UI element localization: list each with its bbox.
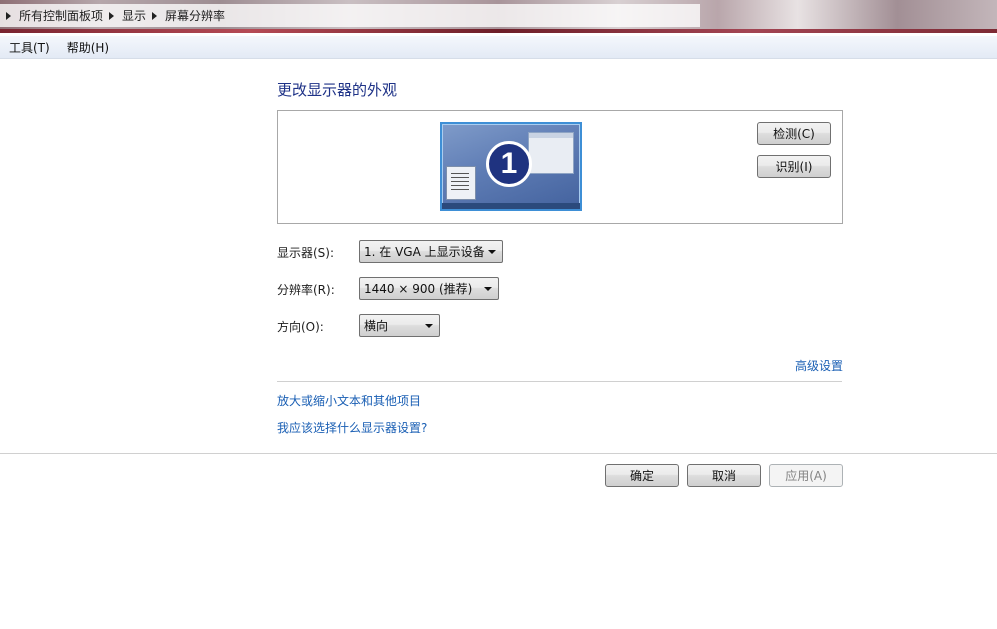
address-bar[interactable]: 所有控制面板项 显示 屏幕分辨率 [0,4,700,27]
text-size-link[interactable]: 放大或缩小文本和其他项目 [277,392,421,409]
breadcrumb-label[interactable]: 显示 [122,7,146,24]
menu-help[interactable]: 帮助(H) [58,39,117,56]
menu-bar: 工具(T) 帮助(H) [0,36,997,59]
window-preview-icon [528,132,574,174]
breadcrumb-item-control-panel[interactable]: 所有控制面板项 [0,7,103,24]
orientation-select-value[interactable]: 横向 [364,317,388,334]
menu-tools[interactable]: 工具(T) [0,39,58,56]
chevron-right-icon[interactable] [152,11,158,20]
resolution-label: 分辨率(R): [277,283,335,297]
advanced-settings-link[interactable]: 高级设置 [795,357,843,374]
display-select-value[interactable]: 1. 在 VGA 上显示设备 [364,243,485,260]
resolution-select[interactable]: 1440 × 900 (推荐) [359,277,499,300]
breadcrumb-label[interactable]: 所有控制面板项 [19,7,103,24]
orientation-select[interactable]: 横向 [359,314,440,337]
dropdown-arrow-icon[interactable] [425,324,433,328]
ok-button[interactable]: 确定 [605,464,679,487]
dropdown-arrow-icon[interactable] [488,250,496,254]
monitor-number-badge: 1 [486,141,532,187]
detect-button[interactable]: 检测(C) [757,122,831,145]
title-bar-decoration [0,29,997,33]
window-preview-icon [446,166,476,200]
footer-divider [0,453,997,454]
breadcrumb-item-resolution[interactable]: 屏幕分辨率 [146,7,225,24]
monitor-thumbnail[interactable]: 1 [440,122,582,211]
orientation-label: 方向(O): [277,320,324,334]
apply-button[interactable]: 应用(A) [769,464,843,487]
which-settings-link[interactable]: 我应该选择什么显示器设置? [277,419,427,436]
chevron-right-icon[interactable] [6,11,11,20]
divider [277,381,842,382]
dropdown-arrow-icon[interactable] [484,287,492,291]
identify-button[interactable]: 识别(I) [757,155,831,178]
taskbar-preview [442,203,580,209]
breadcrumb-label[interactable]: 屏幕分辨率 [165,7,225,24]
resolution-select-value[interactable]: 1440 × 900 (推荐) [364,280,472,297]
breadcrumb-item-display[interactable]: 显示 [103,7,146,24]
display-select[interactable]: 1. 在 VGA 上显示设备 [359,240,503,263]
page-title: 更改显示器的外观 [277,81,398,99]
title-bar: 所有控制面板项 显示 屏幕分辨率 [0,0,997,33]
display-label: 显示器(S): [277,246,335,260]
cancel-button[interactable]: 取消 [687,464,761,487]
chevron-right-icon[interactable] [109,11,115,20]
